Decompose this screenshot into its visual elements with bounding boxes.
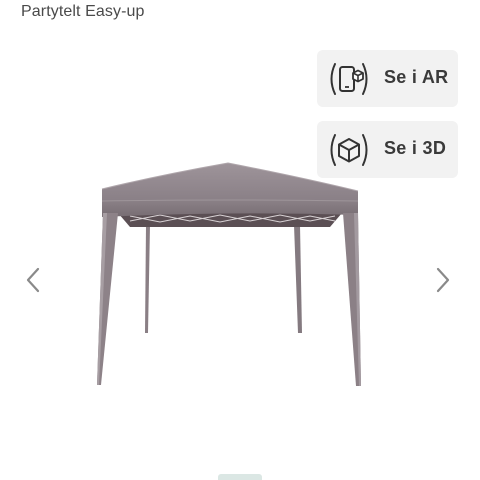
gazebo-image [97,162,361,386]
view-in-ar-label: Se i AR [384,67,449,87]
view-in-ar-button[interactable]: Se i AR [317,50,458,107]
gallery-page-indicator[interactable] [218,474,262,480]
view-in-3d-label: Se i 3D [384,138,447,158]
product-title: Partytelt Easy-up [21,3,145,20]
phone-cube-icon [330,63,368,95]
chevron-right-icon[interactable] [431,265,455,295]
chevron-left-icon[interactable] [21,265,45,295]
